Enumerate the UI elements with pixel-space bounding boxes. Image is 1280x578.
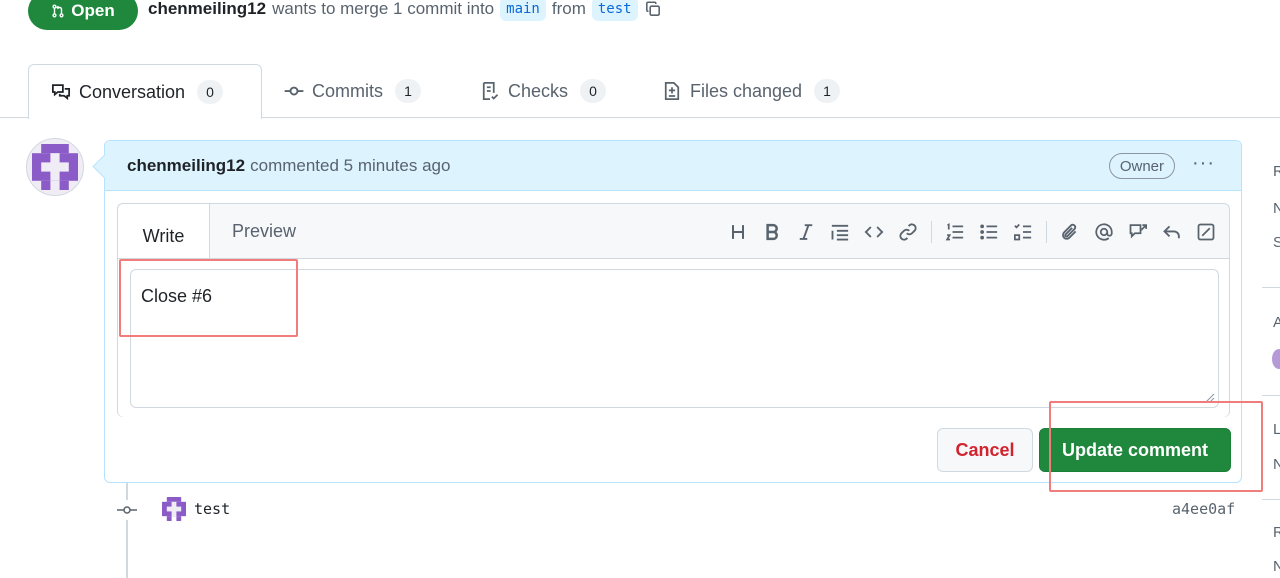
tab-conversation-count: 0 <box>197 80 224 104</box>
pr-state-label: Open <box>71 1 115 20</box>
sidebar-fragment: R <box>1273 524 1280 541</box>
sidebar-divider <box>1262 395 1280 396</box>
formatting-toolbar <box>721 216 1223 248</box>
commit-sha-link[interactable]: a4ee0af <box>1172 500 1235 518</box>
sidebar-divider <box>1262 499 1280 500</box>
tab-checks[interactable]: Checks 0 <box>480 64 607 118</box>
copy-icon[interactable] <box>644 0 662 18</box>
code-icon <box>864 226 884 238</box>
sidebar-divider <box>1262 287 1280 288</box>
fullscreen-icon <box>1197 223 1215 241</box>
unordered-list-button[interactable] <box>972 216 1006 248</box>
attach-button[interactable] <box>1053 216 1087 248</box>
bold-icon <box>766 223 778 241</box>
editor-body: Close #6 <box>118 258 1229 417</box>
comment-timestamp[interactable]: commented 5 minutes ago <box>250 156 450 176</box>
tab-commits-count: 1 <box>395 79 421 103</box>
tab-checks-label: Checks <box>508 80 569 101</box>
pr-state-badge: Open <box>28 0 138 30</box>
pr-merge-text: wants to merge 1 commit into <box>272 0 495 18</box>
comment-discussion-icon <box>52 84 70 101</box>
tab-commits-label: Commits <box>312 80 383 101</box>
sidebar-fragment: L <box>1273 421 1280 438</box>
italic-button[interactable] <box>789 216 823 248</box>
cancel-button[interactable]: Cancel <box>937 428 1033 472</box>
reply-icon <box>1163 225 1180 239</box>
avatar[interactable] <box>26 138 84 196</box>
tab-preview[interactable]: Preview <box>232 204 296 259</box>
pr-from-text: from <box>551 0 586 18</box>
task-list-icon <box>1014 223 1032 241</box>
git-pull-request-icon <box>52 4 64 18</box>
comment-header: chenmeiling12 commented 5 minutes ago Ow… <box>105 141 1241 191</box>
tab-checks-count: 0 <box>580 79 607 103</box>
identicon-icon <box>32 144 78 190</box>
checklist-icon <box>482 82 499 100</box>
sidebar-avatar[interactable] <box>1272 349 1280 369</box>
comment-menu-button[interactable]: ··· <box>1192 153 1215 173</box>
mention-icon <box>1095 223 1113 241</box>
base-branch-link[interactable]: main <box>500 0 546 21</box>
mention-button[interactable] <box>1087 216 1121 248</box>
update-comment-button[interactable]: Update comment <box>1039 428 1231 472</box>
paperclip-icon <box>1062 223 1077 240</box>
link-icon <box>899 223 917 241</box>
commit-author-avatar[interactable] <box>162 497 186 521</box>
sidebar-fragment: N <box>1273 558 1280 575</box>
identicon-icon <box>162 497 186 521</box>
sidebar-fragment: A <box>1273 314 1280 331</box>
toolbar-divider <box>931 221 932 243</box>
sidebar-fragment: N <box>1273 456 1280 473</box>
comment-author-link[interactable]: chenmeiling12 <box>127 156 245 176</box>
unordered-list-icon <box>980 224 998 240</box>
quote-icon <box>831 224 849 241</box>
file-diff-icon <box>664 82 680 100</box>
sidebar-fragment: N <box>1273 200 1280 217</box>
ordered-list-button[interactable] <box>938 216 972 248</box>
pr-author-link[interactable]: chenmeiling12 <box>148 0 266 19</box>
toolbar-divider <box>1046 221 1047 243</box>
pr-meta: chenmeiling12 wants to merge 1 commit in… <box>148 0 662 22</box>
tab-commits[interactable]: Commits 1 <box>284 64 421 118</box>
git-commit-icon <box>116 500 138 520</box>
task-list-button[interactable] <box>1006 216 1040 248</box>
markdown-editor: Write Preview Close #6 <box>117 203 1230 417</box>
cross-reference-button[interactable] <box>1121 216 1155 248</box>
ordered-list-icon <box>945 223 964 241</box>
cross-reference-icon <box>1129 224 1147 239</box>
comment-textarea[interactable]: Close #6 <box>130 269 1219 408</box>
heading-icon <box>732 225 744 239</box>
sidebar-fragment: R <box>1273 163 1280 180</box>
link-button[interactable] <box>891 216 925 248</box>
tab-conversation-label: Conversation <box>79 81 186 102</box>
comment-box: chenmeiling12 commented 5 minutes ago Ow… <box>104 140 1242 483</box>
quote-button[interactable] <box>823 216 857 248</box>
saved-replies-button[interactable] <box>1155 216 1189 248</box>
heading-button[interactable] <box>721 216 755 248</box>
tab-files-changed[interactable]: Files changed 1 <box>662 64 841 118</box>
bold-button[interactable] <box>755 216 789 248</box>
owner-badge: Owner <box>1108 153 1175 179</box>
sidebar-fragment: S <box>1273 234 1280 251</box>
tab-files-changed-count: 1 <box>814 79 841 103</box>
git-commit-icon <box>284 86 304 96</box>
resize-handle-icon[interactable] <box>1205 393 1215 403</box>
fullscreen-button[interactable] <box>1189 216 1223 248</box>
tab-files-changed-label: Files changed <box>690 80 803 101</box>
code-button[interactable] <box>857 216 891 248</box>
commit-message-link[interactable]: test <box>194 500 230 518</box>
head-branch-link[interactable]: test <box>591 0 638 21</box>
tab-conversation[interactable]: Conversation 0 <box>28 64 262 119</box>
timeline-line <box>126 483 128 578</box>
italic-icon <box>799 224 813 240</box>
